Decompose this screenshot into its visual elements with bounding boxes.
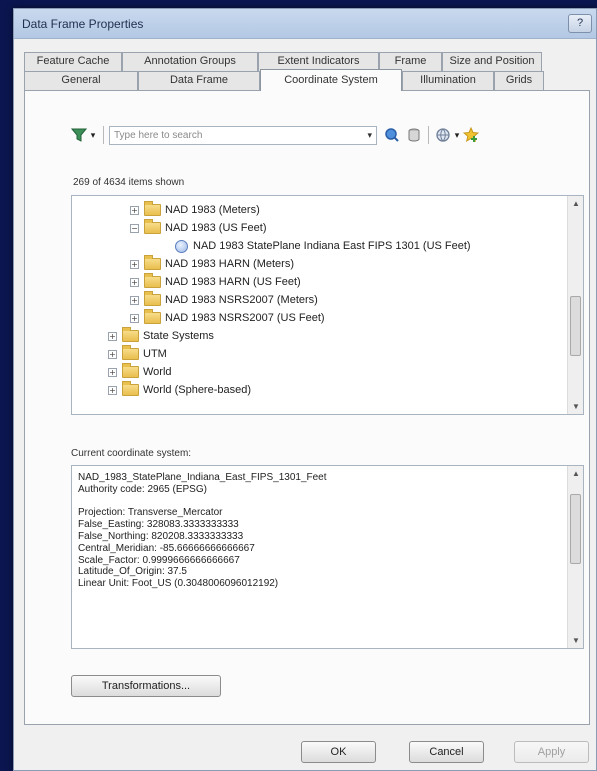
search-dropdown-icon[interactable]: ▾: [367, 127, 372, 144]
expand-icon[interactable]: +: [130, 313, 139, 323]
tab-grids[interactable]: Grids: [494, 71, 544, 90]
tree-item[interactable]: + NAD 1983 NSRS2007 (US Feet): [130, 309, 325, 327]
detail-line: Scale_Factor: 0.9999666666666667: [78, 554, 240, 566]
scroll-down-arrow-icon[interactable]: ▼: [568, 399, 583, 414]
tree-item[interactable]: + NAD 1983 NSRS2007 (Meters): [130, 291, 318, 309]
window-title: Data Frame Properties: [22, 17, 144, 31]
expand-icon[interactable]: +: [108, 349, 117, 359]
tab-feature-cache[interactable]: Feature Cache: [24, 52, 122, 71]
search-input[interactable]: Type here to search ▾: [109, 125, 377, 145]
current-coordinate-system-label: Current coordinate system:: [71, 448, 192, 459]
tree-item-label: NAD 1983 HARN (Meters): [165, 258, 294, 270]
tree-item[interactable]: + NAD 1983 HARN (US Feet): [130, 273, 301, 291]
detail-line: False_Easting: 328083.3333333333: [78, 519, 239, 531]
globe-icon[interactable]: [434, 126, 452, 144]
filter-icon[interactable]: [70, 126, 88, 144]
coordinate-system-tree[interactable]: + NAD 1983 (Meters) − NAD 1983 (US Feet)…: [71, 195, 584, 415]
expand-icon[interactable]: +: [130, 205, 139, 215]
expand-icon[interactable]: +: [108, 367, 117, 377]
tree-item-label: World: [143, 366, 172, 378]
folder-icon: [144, 201, 161, 216]
tree-item-label: NAD 1983 (US Feet): [165, 222, 267, 234]
tree-item-selected-crs[interactable]: NAD 1983 StatePlane Indiana East FIPS 13…: [175, 237, 471, 255]
expand-icon[interactable]: +: [108, 385, 117, 395]
title-bar: Data Frame Properties ?: [14, 9, 596, 39]
tree-item-label: NAD 1983 (Meters): [165, 204, 260, 216]
folder-icon: [122, 345, 139, 360]
tree-item[interactable]: + World: [108, 363, 172, 381]
folder-icon: [122, 381, 139, 396]
search-placeholder: Type here to search: [114, 129, 203, 141]
scroll-up-arrow-icon[interactable]: ▲: [568, 196, 583, 211]
tab-size-and-position[interactable]: Size and Position: [442, 52, 542, 71]
tree-item[interactable]: + World (Sphere-based): [108, 381, 251, 399]
toolbar-separator: [103, 126, 104, 144]
coordinate-system-globe-icon: [175, 239, 188, 253]
filter-dropdown-icon[interactable]: ▾: [88, 126, 98, 144]
tab-annotation-groups[interactable]: Annotation Groups: [122, 52, 258, 71]
tab-general[interactable]: General: [24, 71, 138, 90]
folder-icon: [122, 327, 139, 342]
tab-data-frame[interactable]: Data Frame: [138, 71, 260, 90]
folder-icon: [122, 363, 139, 378]
tree-item-label: NAD 1983 HARN (US Feet): [165, 276, 301, 288]
coordinate-system-toolbar: ▾ Type here to search ▾ ▾: [70, 124, 480, 146]
tree-item[interactable]: + State Systems: [108, 327, 214, 345]
expand-icon[interactable]: +: [130, 277, 139, 287]
tree-item[interactable]: + UTM: [108, 345, 167, 363]
collapse-icon[interactable]: −: [130, 223, 139, 233]
tree-item-label: UTM: [143, 348, 167, 360]
detail-line: NAD_1983_StatePlane_Indiana_East_FIPS_13…: [78, 472, 327, 483]
scroll-up-arrow-icon[interactable]: ▲: [568, 466, 583, 481]
tree-scrollbar[interactable]: ▲ ▼: [567, 196, 583, 414]
tab-row-front: General Data Frame Coordinate System Ill…: [24, 69, 544, 91]
detail-line: [78, 496, 558, 508]
tree-item-label: NAD 1983 StatePlane Indiana East FIPS 13…: [193, 240, 471, 252]
data-frame-properties-dialog: Data Frame Properties ? Feature Cache An…: [13, 8, 597, 771]
tab-illumination[interactable]: Illumination: [402, 71, 494, 90]
tree-item-label: NAD 1983 NSRS2007 (Meters): [165, 294, 318, 306]
expand-icon[interactable]: +: [130, 295, 139, 305]
details-text: NAD_1983_StatePlane_Indiana_East_FIPS_13…: [78, 472, 558, 590]
database-icon[interactable]: [405, 126, 423, 144]
transformations-button[interactable]: Transformations...: [71, 675, 221, 697]
expand-icon[interactable]: +: [130, 259, 139, 269]
detail-line: Latitude_Of_Origin: 37.5: [78, 566, 187, 578]
tree-item-label: NAD 1983 NSRS2007 (US Feet): [165, 312, 325, 324]
scroll-thumb[interactable]: [570, 296, 581, 356]
folder-icon: [144, 219, 161, 234]
ok-button[interactable]: OK: [301, 741, 376, 763]
add-favorite-icon[interactable]: [462, 126, 480, 144]
detail-line: Central_Meridian: -85.66666666666667: [78, 542, 255, 554]
tree-item[interactable]: − NAD 1983 (US Feet): [130, 219, 266, 237]
tree-item-label: State Systems: [143, 330, 214, 342]
detail-line: Authority code: 2965 (EPSG): [78, 483, 207, 495]
folder-icon: [144, 291, 161, 306]
toolbar-separator: [428, 126, 429, 144]
globe-dropdown-icon[interactable]: ▾: [452, 126, 462, 144]
tree-item-label: World (Sphere-based): [143, 384, 252, 396]
tab-coordinate-system[interactable]: Coordinate System: [260, 69, 402, 91]
detail-line: Linear Unit: Foot_US (0.3048006096012192…: [78, 578, 279, 590]
tree-item[interactable]: + NAD 1983 (Meters): [130, 201, 260, 219]
help-button[interactable]: ?: [568, 14, 592, 33]
scroll-thumb[interactable]: [570, 494, 581, 564]
search-icon[interactable]: [383, 126, 401, 144]
folder-icon: [144, 273, 161, 288]
folder-icon: [144, 309, 161, 324]
detail-line: Projection: Transverse_Mercator: [78, 507, 223, 519]
apply-button[interactable]: Apply: [514, 741, 589, 763]
items-shown-count: 269 of 4634 items shown: [73, 177, 185, 188]
expand-icon[interactable]: +: [108, 331, 117, 341]
cancel-button[interactable]: Cancel: [409, 741, 484, 763]
tree-item[interactable]: + NAD 1983 HARN (Meters): [130, 255, 294, 273]
details-scrollbar[interactable]: ▲ ▼: [567, 466, 583, 648]
coordinate-system-panel: ▾ Type here to search ▾ ▾ 269 of 4634 it…: [24, 90, 590, 725]
scroll-down-arrow-icon[interactable]: ▼: [568, 633, 583, 648]
detail-line: False_Northing: 820208.3333333333: [78, 530, 244, 542]
current-coordinate-system-details[interactable]: NAD_1983_StatePlane_Indiana_East_FIPS_13…: [71, 465, 584, 649]
folder-icon: [144, 255, 161, 270]
